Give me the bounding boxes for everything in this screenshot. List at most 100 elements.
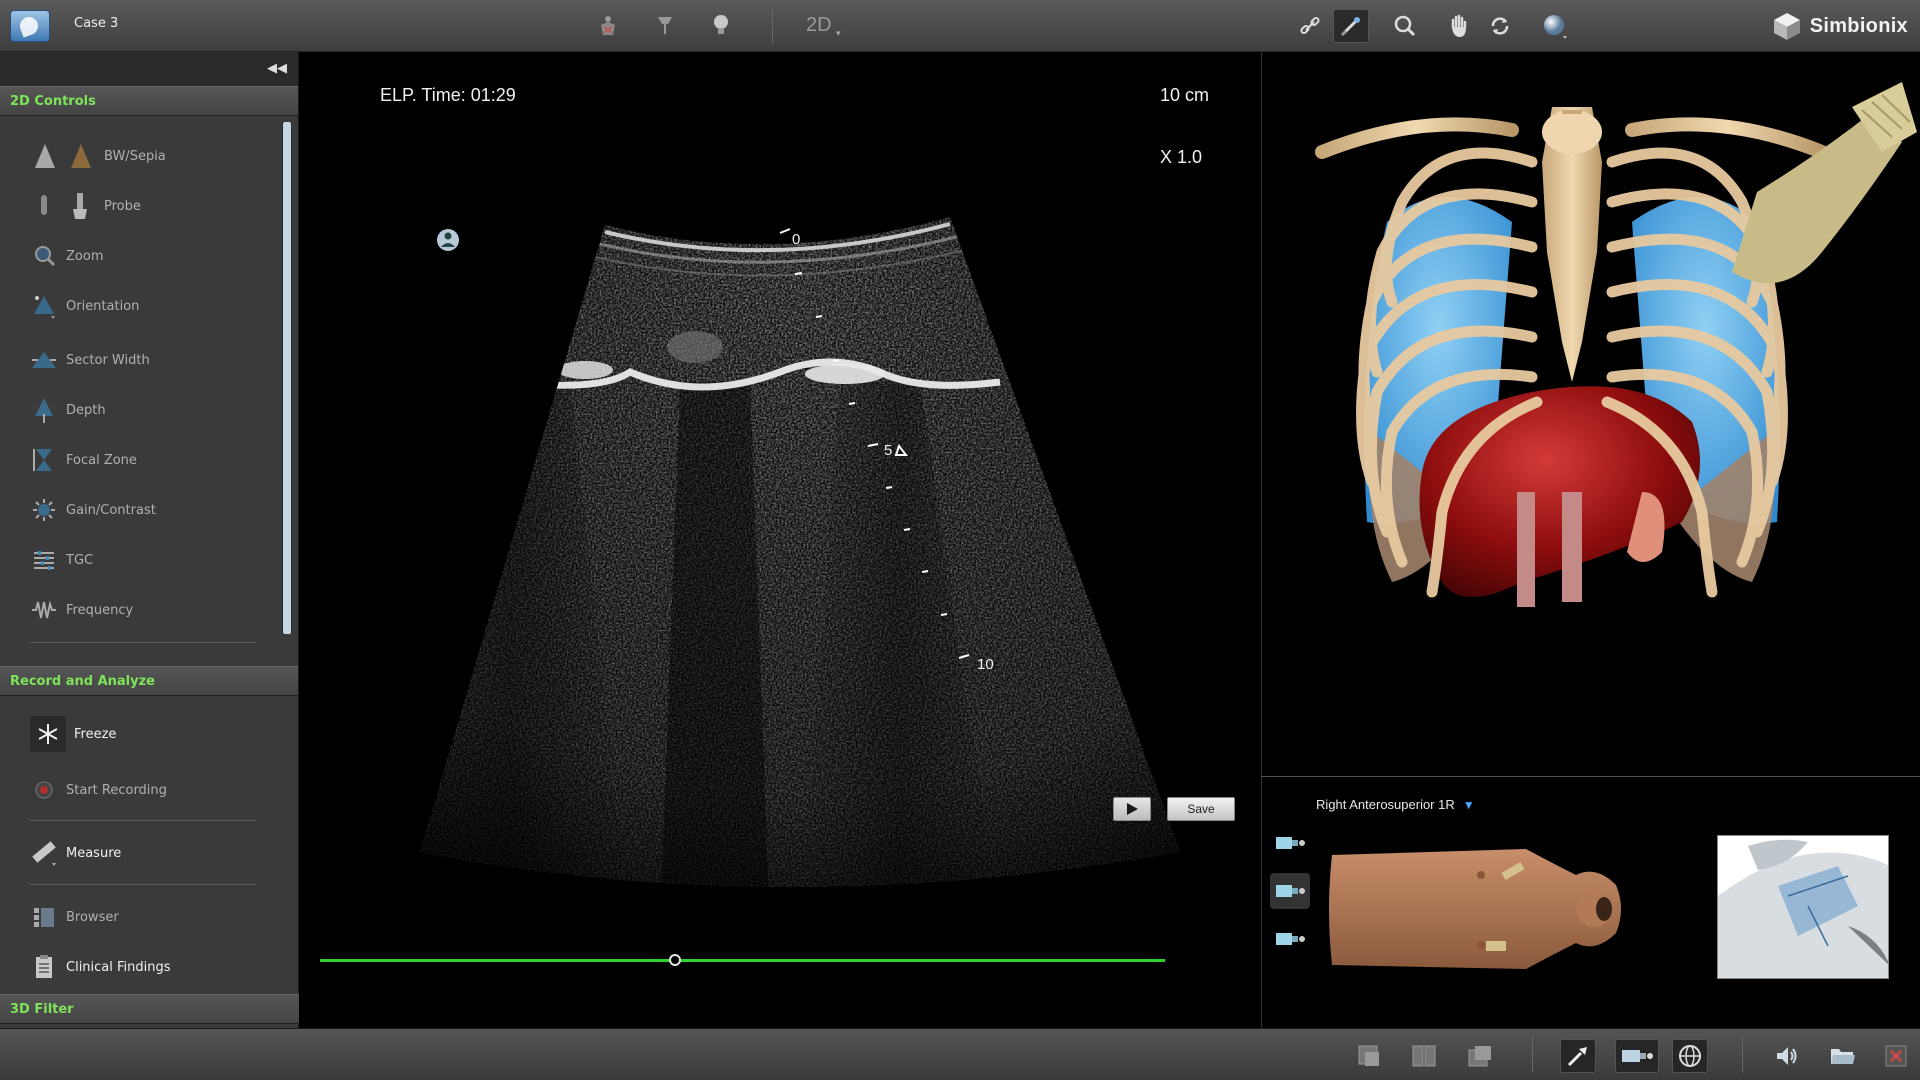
hand-pan-icon[interactable] (1444, 11, 1474, 41)
virtual-probe-icon[interactable] (1732, 82, 1917, 284)
probe-camera-icon (1276, 933, 1305, 945)
anatomy-3d-view[interactable] (1261, 52, 1920, 776)
close-icon[interactable] (1880, 1039, 1912, 1073)
control-label: Measure (66, 845, 122, 861)
control-label: Gain/Contrast (66, 502, 156, 518)
control-label: BW/Sepia (104, 148, 166, 164)
ribcage-3d-model[interactable] (1262, 52, 1920, 776)
top-toolbar: Case 3 2D Simbionix (0, 0, 1920, 52)
sphere-icon[interactable] (1540, 11, 1570, 41)
control-tgc[interactable]: TGC (30, 540, 270, 580)
folder-icon[interactable] (1825, 1039, 1861, 1073)
ultrasound-sector (420, 217, 1180, 887)
magnify-icon[interactable] (1390, 11, 1420, 41)
control-orientation[interactable]: Orientation (30, 286, 270, 326)
frequency-icon (30, 596, 58, 624)
browser-icon (30, 903, 58, 931)
control-depth[interactable]: Depth (30, 390, 270, 430)
control-sector-width[interactable]: Sector Width (30, 340, 270, 380)
control-label: Focal Zone (66, 452, 137, 468)
control-probe[interactable]: Probe (30, 186, 270, 226)
depth-label-10: 10 (977, 656, 994, 673)
double-chevron-left-icon[interactable]: ◀◀ (266, 61, 288, 77)
brand-logo: Simbionix (1770, 8, 1908, 44)
freeze-button[interactable]: Freeze (30, 714, 270, 754)
mode-2d-selector[interactable]: 2D (806, 14, 840, 39)
speaker-icon[interactable] (1769, 1039, 1805, 1073)
control-zoom[interactable]: Zoom (30, 236, 270, 276)
section-3d-filter[interactable]: 3D Filter (0, 994, 299, 1024)
control-label: Start Recording (66, 782, 167, 798)
left-control-panel: ◀◀ 2D Controls BW/Sepia Probe Zoom Orien (0, 52, 299, 1028)
play-icon (1127, 803, 1138, 815)
control-focal-zone[interactable]: Focal Zone (30, 440, 270, 480)
probe-position-selector[interactable]: Right Anterosuperior 1R ▼ (1316, 797, 1475, 812)
ruler-icon (30, 839, 58, 867)
clinical-findings-button[interactable]: Clinical Findings (30, 947, 270, 987)
timeline-handle[interactable] (668, 954, 681, 966)
measure-button[interactable]: Measure (30, 833, 270, 873)
globe-icon[interactable] (1672, 1039, 1708, 1073)
split-view-icon[interactable] (1406, 1039, 1442, 1073)
focal-zone-icon (30, 446, 58, 474)
controls-list: BW/Sepia Probe Zoom Orientation Sector W… (0, 116, 298, 666)
probe-link-icon[interactable] (1333, 9, 1369, 43)
control-frequency[interactable]: Frequency (30, 590, 270, 630)
control-label: Zoom (66, 248, 104, 264)
probe-orientation-thumbnail (1717, 835, 1889, 979)
control-label: Probe (104, 198, 141, 214)
control-gain-contrast[interactable]: Gain/Contrast (30, 490, 270, 530)
divider (30, 820, 256, 821)
start-recording-button[interactable]: Start Recording (30, 770, 270, 810)
divider (30, 642, 256, 643)
link-icon[interactable] (1295, 11, 1325, 41)
clipboard-icon (30, 953, 58, 981)
control-label: TGC (66, 552, 94, 568)
pin-icon[interactable] (650, 11, 680, 41)
orientation-marker-icon[interactable] (437, 229, 459, 251)
section-2d-controls[interactable]: 2D Controls (0, 86, 298, 116)
scrollbar-thumb[interactable] (283, 122, 291, 634)
tgc-icon (30, 546, 58, 574)
control-label: Clinical Findings (66, 959, 171, 975)
single-view-icon[interactable] (1352, 1039, 1388, 1073)
section-record-analyze[interactable]: Record and Analyze (0, 666, 298, 696)
control-label: Depth (66, 402, 106, 418)
probe-camera-icon (1276, 837, 1305, 849)
cine-timeline[interactable] (320, 959, 1165, 962)
triangle-down-icon[interactable]: ▼ (1463, 798, 1475, 812)
ultrasound-view[interactable]: ELP. Time: 01:29 10 cm X 1.0 0 5 10 Save (300, 52, 1260, 1028)
control-label: Frequency (66, 602, 134, 618)
lightbulb-icon[interactable] (706, 11, 736, 41)
browser-button[interactable]: Browser (30, 897, 270, 937)
save-button[interactable]: Save (1167, 797, 1235, 821)
depth-icon (30, 396, 58, 424)
control-label: Freeze (74, 726, 117, 742)
gain-contrast-icon (30, 496, 58, 524)
probe-icon (30, 192, 96, 220)
app-logo-icon[interactable] (10, 10, 50, 42)
mannequin-torso-image[interactable] (1326, 845, 1626, 973)
record-icon (30, 776, 58, 804)
sector-width-icon (30, 346, 58, 374)
depth-label-0: 0 (792, 231, 801, 248)
brand-name: Simbionix (1809, 14, 1908, 37)
overlap-view-icon[interactable] (1462, 1039, 1498, 1073)
control-bw-sepia[interactable]: BW/Sepia (30, 136, 270, 176)
probe-position-panel: Right Anterosuperior 1R ▼ (1261, 776, 1920, 1028)
case-title: Case 3 (74, 16, 119, 31)
record-list: Freeze Start Recording Measure Browser C… (0, 696, 298, 996)
control-label: Orientation (66, 298, 140, 314)
snowflake-icon (30, 716, 66, 752)
probe-tool-icon[interactable] (1560, 1039, 1596, 1073)
rotate-icon[interactable] (1485, 11, 1515, 41)
probe-position-label: Right Anterosuperior 1R (1316, 797, 1455, 812)
probe-view-button-3[interactable] (1270, 921, 1310, 957)
play-button[interactable] (1113, 797, 1151, 821)
bw-sepia-icon (30, 142, 96, 170)
patient-anatomy-icon[interactable] (593, 11, 623, 41)
controls-scrollbar[interactable] (282, 122, 292, 634)
probe-position-icon[interactable] (1615, 1039, 1659, 1073)
probe-view-button-2[interactable] (1270, 873, 1310, 909)
probe-view-button-1[interactable] (1270, 825, 1310, 861)
